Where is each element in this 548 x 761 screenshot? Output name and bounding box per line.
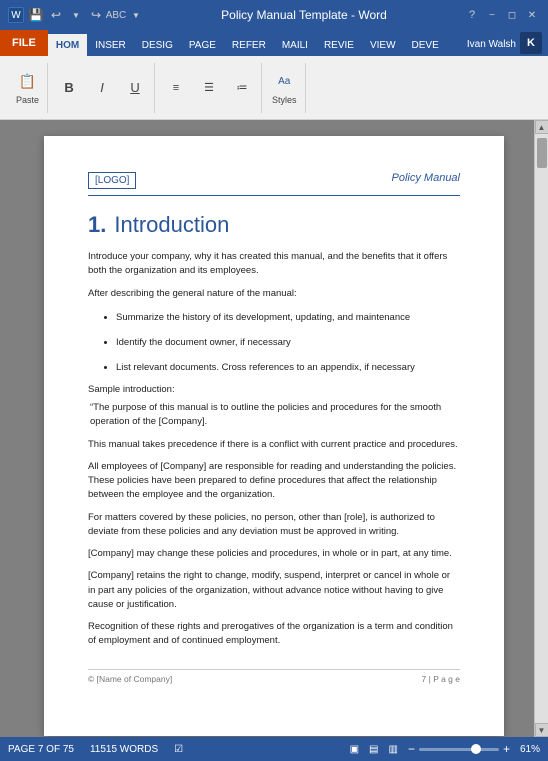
footer-company: © [Name of Company] xyxy=(88,674,172,684)
styles-button[interactable]: Aa Styles xyxy=(268,68,301,108)
bullets-icon: ≔ xyxy=(231,77,253,99)
styles-group: Aa Styles xyxy=(264,63,306,113)
chapter-number: 1. xyxy=(88,212,106,238)
user-avatar[interactable]: K xyxy=(520,32,542,54)
zoom-plus-button[interactable]: + xyxy=(503,742,510,756)
bullets-button[interactable]: ≔ xyxy=(227,74,257,102)
restore-button[interactable]: ◻ xyxy=(504,7,520,23)
align-left-icon: ≡ xyxy=(165,77,187,99)
paragraph-group: ≡ ☰ ≔ xyxy=(157,63,262,113)
scroll-thumb[interactable] xyxy=(537,138,547,168)
bullet-item-3: List relevant documents. Cross reference… xyxy=(116,359,460,376)
user-area: Ivan Walsh K xyxy=(467,32,548,56)
spelling-dropdown-icon[interactable]: ▼ xyxy=(128,7,144,23)
spelling-icon[interactable]: ABC xyxy=(108,7,124,23)
vertical-scrollbar[interactable]: ▲ ▼ xyxy=(534,120,548,737)
page-footer: © [Name of Company] 7 | P a g e xyxy=(88,669,460,684)
quick-access-toolbar: W 💾 ↩ ▼ ↪ ABC ▼ xyxy=(8,7,144,23)
tab-references[interactable]: REFER xyxy=(224,34,274,56)
clipboard-group: 📋 Paste xyxy=(8,63,48,113)
intro-paragraph-2: After describing the general nature of t… xyxy=(88,287,460,301)
zoom-track[interactable] xyxy=(419,748,499,751)
word-count-text: 11515 WORDS xyxy=(90,744,158,755)
page-info-text: PAGE 7 OF 75 xyxy=(8,744,74,755)
body-para-1: This manual takes precedence if there is… xyxy=(88,438,460,452)
chapter-heading: 1. Introduction xyxy=(88,212,460,238)
underline-icon: U xyxy=(124,77,146,99)
bullet-item-1: Summarize the history of its development… xyxy=(116,309,460,326)
zoom-thumb[interactable] xyxy=(471,744,481,754)
tab-design[interactable]: DESIG xyxy=(134,34,181,56)
align-center-icon: ☰ xyxy=(198,77,220,99)
tab-home[interactable]: HOM xyxy=(48,34,87,56)
view-controls: ▣ ▤ ▥ − + 61% xyxy=(350,742,540,756)
save-icon[interactable]: 💾 xyxy=(28,7,44,23)
bold-button[interactable]: B xyxy=(54,74,84,102)
page: [LOGO] Policy Manual 1. Introduction Int… xyxy=(44,136,504,736)
bold-icon: B xyxy=(58,77,80,99)
styles-icon: Aa xyxy=(273,71,295,93)
tab-developer[interactable]: DEVE xyxy=(404,34,447,56)
bullet-item-2: Identify the document owner, if necessar… xyxy=(116,334,460,351)
underline-button[interactable]: U xyxy=(120,74,150,102)
tab-review[interactable]: REVIE xyxy=(316,34,362,56)
word-icon: W xyxy=(8,7,24,23)
footer-page-number: 7 | P a g e xyxy=(422,674,460,684)
tab-page[interactable]: PAGE xyxy=(181,34,224,56)
align-center-button[interactable]: ☰ xyxy=(194,74,224,102)
chapter-title: Introduction xyxy=(114,212,229,238)
logo: [LOGO] xyxy=(88,172,136,189)
window-controls: ? − ◻ ✕ xyxy=(464,7,540,23)
body-para-2: All employees of [Company] are responsib… xyxy=(88,460,460,503)
tab-insert[interactable]: INSER xyxy=(87,34,134,56)
font-group: B I U xyxy=(50,63,155,113)
close-button[interactable]: ✕ xyxy=(524,7,540,23)
ribbon-toolbar: 📋 Paste B I U ≡ ☰ ≔ Aa Styles xyxy=(0,56,548,120)
paste-button[interactable]: 📋 Paste xyxy=(12,68,43,108)
italic-icon: I xyxy=(91,77,113,99)
policy-manual-header: Policy Manual xyxy=(392,172,460,184)
align-left-button[interactable]: ≡ xyxy=(161,74,191,102)
body-para-4: [Company] may change these policies and … xyxy=(88,547,460,561)
body-para-3: For matters covered by these policies, n… xyxy=(88,511,460,540)
sample-label: Sample introduction: xyxy=(88,384,460,395)
redo-icon[interactable]: ↪ xyxy=(88,7,104,23)
scroll-down-arrow[interactable]: ▼ xyxy=(535,723,548,737)
page-info: PAGE 7 OF 75 xyxy=(8,744,74,755)
sample-quote: “The purpose of this manual is to outlin… xyxy=(88,401,460,430)
title-bar: W 💾 ↩ ▼ ↪ ABC ▼ Policy Manual Template -… xyxy=(0,0,548,30)
user-name: Ivan Walsh xyxy=(467,39,516,50)
page-header: [LOGO] Policy Manual xyxy=(88,172,460,196)
paste-icon: 📋 xyxy=(17,71,39,93)
intro-paragraph-1: Introduce your company, why it has creat… xyxy=(88,250,460,279)
zoom-level[interactable]: 61% xyxy=(520,744,540,755)
minimize-button[interactable]: − xyxy=(484,7,500,23)
web-view-icon[interactable]: ▥ xyxy=(389,744,398,755)
body-para-5: [Company] retains the right to change, m… xyxy=(88,569,460,612)
body-para-6: Recognition of these rights and prerogat… xyxy=(88,620,460,649)
undo-icon[interactable]: ↩ xyxy=(48,7,64,23)
word-count: 11515 WORDS xyxy=(90,744,158,755)
print-view-icon[interactable]: ▣ xyxy=(350,744,359,755)
scroll-up-arrow[interactable]: ▲ xyxy=(535,120,548,134)
tab-mailings[interactable]: MAILI xyxy=(274,34,316,56)
bullet-list: Summarize the history of its development… xyxy=(88,309,460,376)
status-bar: PAGE 7 OF 75 11515 WORDS ☑ ▣ ▤ ▥ − + 61% xyxy=(0,737,548,761)
document-area[interactable]: [LOGO] Policy Manual 1. Introduction Int… xyxy=(0,120,548,737)
undo-dropdown-icon[interactable]: ▼ xyxy=(68,7,84,23)
ribbon-tabs: FILE HOM INSER DESIG PAGE REFER MAILI RE… xyxy=(0,30,548,56)
help-icon[interactable]: ? xyxy=(464,7,480,23)
word-count-icon[interactable]: ☑ xyxy=(174,744,183,755)
file-tab[interactable]: FILE xyxy=(0,30,48,56)
read-view-icon[interactable]: ▤ xyxy=(369,744,378,755)
window-title: Policy Manual Template - Word xyxy=(150,8,458,22)
tab-view[interactable]: VIEW xyxy=(362,34,404,56)
word-count-check-icon: ☑ xyxy=(174,744,183,755)
zoom-minus-button[interactable]: − xyxy=(408,742,415,756)
zoom-slider[interactable]: − + xyxy=(408,742,510,756)
italic-button[interactable]: I xyxy=(87,74,117,102)
